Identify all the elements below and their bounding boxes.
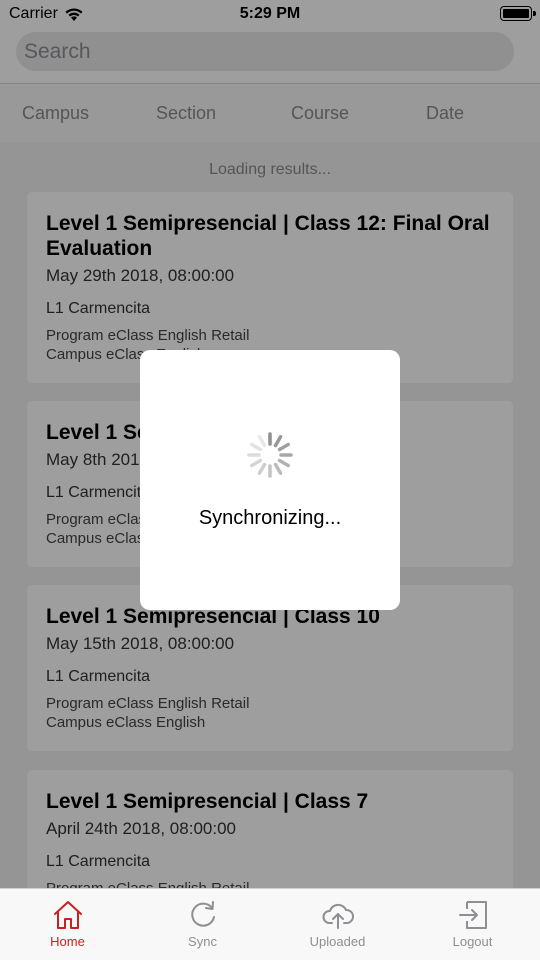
sync-icon [191, 901, 215, 927]
logout-icon [459, 901, 487, 929]
tab-logout[interactable]: Logout [405, 889, 540, 960]
sync-status-text: Synchronizing... [198, 507, 342, 529]
cloud-upload-icon [322, 903, 354, 929]
tab-logout-label: Logout [452, 934, 493, 949]
tab-sync[interactable]: Sync [135, 889, 270, 960]
activity-spinner-icon [247, 432, 293, 478]
tab-uploaded-label: Uploaded [309, 934, 366, 949]
tab-home-label: Home [50, 934, 85, 949]
tab-home[interactable]: Home [0, 889, 135, 960]
home-icon [54, 901, 82, 929]
tab-bar: Home Sync Uploaded Logout [0, 888, 540, 960]
tab-uploaded[interactable]: Uploaded [270, 889, 405, 960]
sync-dialog: Synchronizing... [140, 350, 400, 610]
tab-sync-label: Sync [188, 934, 217, 949]
